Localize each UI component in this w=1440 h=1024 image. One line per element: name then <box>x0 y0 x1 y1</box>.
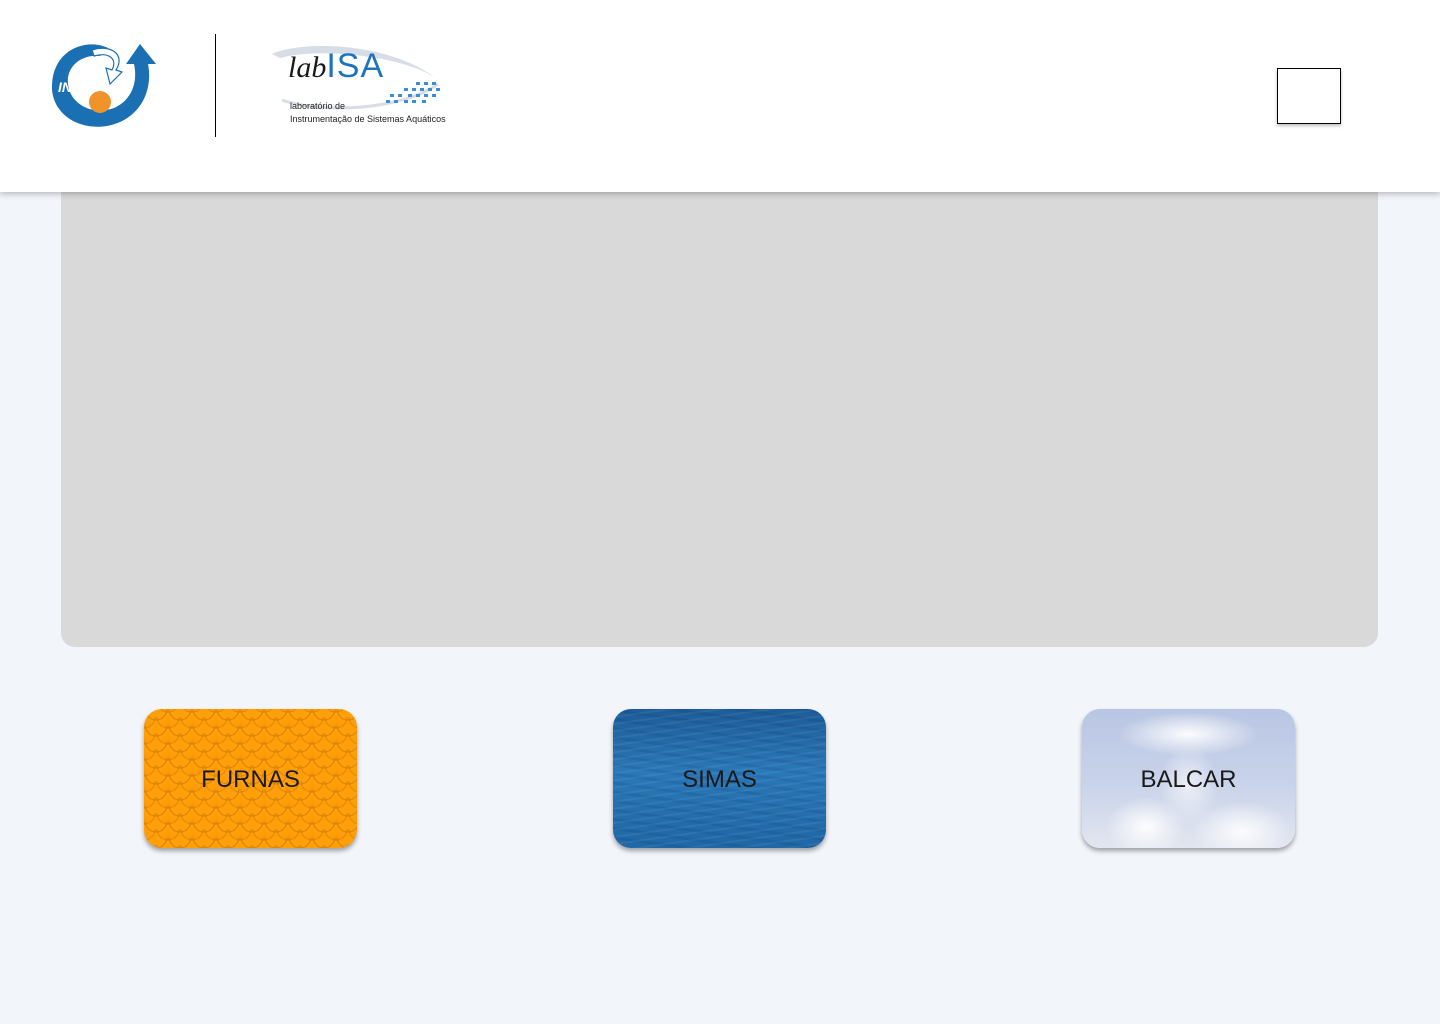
project-card-label: FURNAS <box>201 766 300 793</box>
header-divider <box>215 34 216 137</box>
project-card-simas[interactable]: SIMAS <box>613 709 826 848</box>
project-card-furnas[interactable]: FURNAS <box>144 709 357 848</box>
svg-text:INPE: INPE <box>58 79 91 95</box>
inpe-logo[interactable]: INPE <box>48 40 160 132</box>
labisa-logo[interactable]: labISA laboratório de Instrumentação de … <box>262 40 462 130</box>
labisa-subtitle-line2: Instrumentação de Sistemas Aquáticos <box>290 114 446 124</box>
project-card-balcar[interactable]: BALCAR <box>1082 709 1295 848</box>
labisa-wordmark: labISA <box>288 48 384 86</box>
project-card-label: BALCAR <box>1140 766 1237 793</box>
labisa-dots-graphic <box>386 82 440 103</box>
project-card-label: SIMAS <box>682 766 757 793</box>
media-placeholder <box>61 170 1378 647</box>
header: INPE labISA laboratório de Instrumentaçã… <box>0 0 1440 192</box>
labisa-word-isa: ISA <box>326 47 385 85</box>
inpe-logo-graphic: INPE <box>51 44 156 127</box>
labisa-subtitle-line1: laboratório de <box>290 101 346 111</box>
menu-button[interactable] <box>1277 68 1341 124</box>
labisa-word-lab: lab <box>288 51 327 84</box>
